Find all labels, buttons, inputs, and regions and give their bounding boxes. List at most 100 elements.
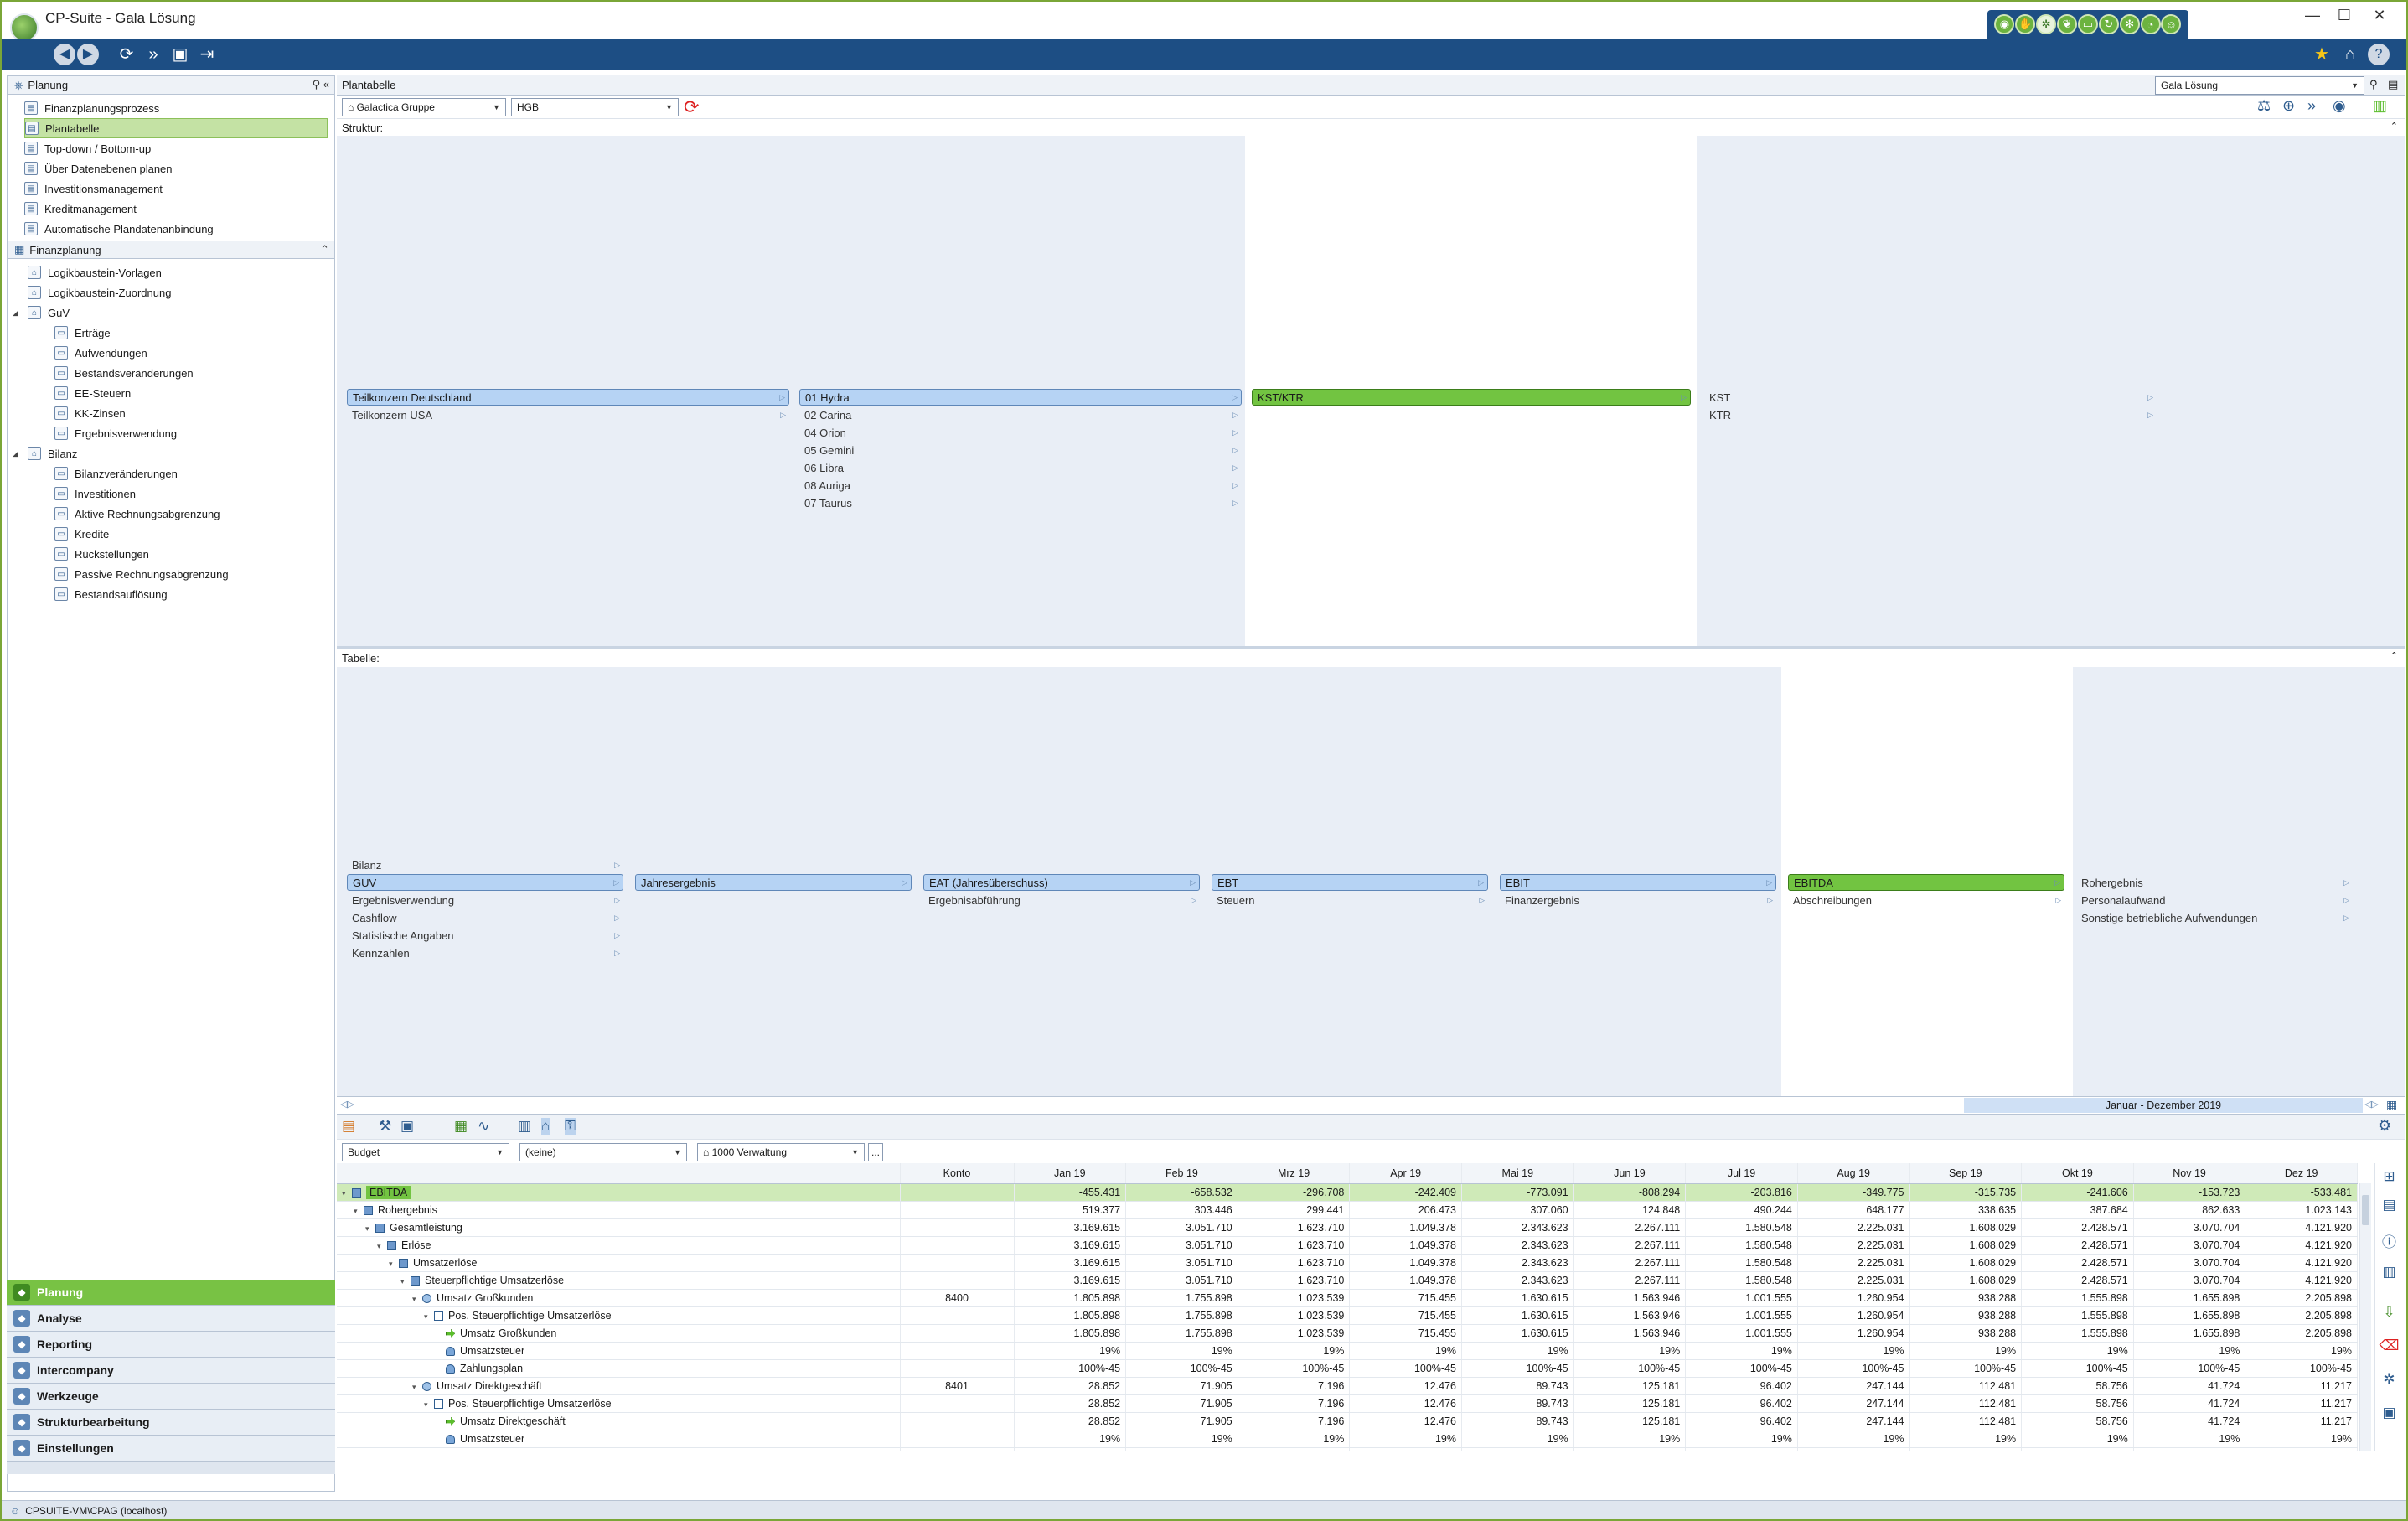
value-cell[interactable]: -315.735 bbox=[1909, 1183, 2023, 1202]
value-cell[interactable]: 1.049.378 bbox=[1349, 1218, 1462, 1237]
finanzplanung-section-header[interactable]: ▦ Finanzplanung ⌃ bbox=[8, 241, 334, 259]
value-cell[interactable]: 338.635 bbox=[1909, 1201, 2023, 1219]
value-cell[interactable]: 3.070.704 bbox=[2133, 1271, 2246, 1290]
layout-icon[interactable]: ▥ bbox=[2373, 97, 2387, 115]
tree-caret-icon[interactable]: ▾ bbox=[412, 1383, 422, 1392]
value-cell[interactable]: 1.630.615 bbox=[1461, 1306, 1574, 1325]
value-cell[interactable]: 7.196 bbox=[1238, 1394, 1351, 1413]
value-cell[interactable]: 1.623.710 bbox=[1238, 1271, 1351, 1290]
value-cell[interactable]: 100%-45 bbox=[1461, 1447, 1574, 1451]
grid-header-month[interactable]: Dez 19 bbox=[2245, 1163, 2358, 1184]
value-cell[interactable]: 12.476 bbox=[1349, 1377, 1462, 1395]
value-cell[interactable]: 1.608.029 bbox=[1909, 1271, 2023, 1290]
value-cell[interactable]: 11.217 bbox=[2245, 1394, 2358, 1413]
value-cell[interactable]: 3.169.615 bbox=[1014, 1236, 1127, 1255]
structure-node[interactable]: 06 Libra ▷ bbox=[799, 459, 1242, 476]
value-cell[interactable]: 1.580.548 bbox=[1685, 1218, 1798, 1237]
grid-header-month[interactable]: Jul 19 bbox=[1685, 1163, 1798, 1184]
value-cell[interactable]: -296.708 bbox=[1238, 1183, 1351, 1202]
structure-node[interactable]: Cashflow ▷ bbox=[347, 909, 623, 926]
value-cell[interactable]: 11.217 bbox=[2245, 1377, 2358, 1395]
value-cell[interactable]: 28.852 bbox=[1014, 1412, 1127, 1430]
tree-view-icon[interactable]: ⊞ bbox=[2375, 1163, 2403, 1197]
delete-icon[interactable]: ⌫ bbox=[2375, 1337, 2403, 1371]
planung-item[interactable]: ▤ Über Datenebenen planen bbox=[24, 158, 331, 178]
value-cell[interactable]: 2.267.111 bbox=[1573, 1271, 1687, 1290]
structure-node[interactable]: 08 Auriga ▷ bbox=[799, 477, 1242, 494]
value-cell[interactable]: 1.623.710 bbox=[1238, 1218, 1351, 1237]
tree-caret-icon[interactable]: ▾ bbox=[365, 1224, 375, 1234]
help-icon[interactable]: ? bbox=[2368, 44, 2390, 65]
list-icon[interactable]: ▤ bbox=[2375, 1197, 2403, 1230]
module-menu-item[interactable]: ◆ Planung bbox=[7, 1280, 335, 1306]
finanzplanung-item[interactable]: ▭ Aktive Rechnungsabgrenzung bbox=[13, 504, 331, 524]
timeline-scroll-left-icon[interactable]: ◁▷ bbox=[340, 1099, 354, 1110]
structure-node[interactable]: Ergebnisverwendung ▷ bbox=[347, 892, 623, 908]
planung-item[interactable]: ▤ Top-down / Bottom-up bbox=[24, 138, 331, 158]
value-cell[interactable]: 1.001.555 bbox=[1685, 1289, 1798, 1307]
close-button[interactable]: ✕ bbox=[2364, 7, 2395, 25]
value-cell[interactable]: 19% bbox=[1909, 1430, 2023, 1448]
konto-cell[interactable] bbox=[900, 1447, 1015, 1451]
value-cell[interactable]: 19% bbox=[1238, 1430, 1351, 1448]
value-cell[interactable]: 1.630.615 bbox=[1461, 1289, 1574, 1307]
structure-node[interactable]: Jahresergebnis ▷ bbox=[635, 874, 912, 891]
konto-cell[interactable] bbox=[900, 1342, 1015, 1360]
value-cell[interactable]: 58.756 bbox=[2021, 1377, 2134, 1395]
value-cell[interactable]: 4.121.920 bbox=[2245, 1236, 2358, 1255]
value-cell[interactable]: -241.606 bbox=[2021, 1183, 2134, 1202]
value-cell[interactable]: 1.608.029 bbox=[1909, 1254, 2023, 1272]
value-cell[interactable]: 19% bbox=[1797, 1430, 1910, 1448]
value-cell[interactable]: 2.225.031 bbox=[1797, 1254, 1910, 1272]
value-cell[interactable]: 938.288 bbox=[1909, 1289, 2023, 1307]
money-icon[interactable]: ▭ bbox=[2077, 14, 2098, 34]
tree-caret-icon[interactable]: ▾ bbox=[389, 1260, 399, 1269]
finanzplanung-item[interactable]: ▭ Bestandsauflösung bbox=[13, 584, 331, 604]
structure-node[interactable]: KTR ▷ bbox=[1704, 406, 2157, 423]
value-cell[interactable]: 100%-45 bbox=[1685, 1447, 1798, 1451]
value-cell[interactable]: 96.402 bbox=[1685, 1412, 1798, 1430]
value-cell[interactable]: 7.196 bbox=[1238, 1412, 1351, 1430]
value-cell[interactable]: 1.049.378 bbox=[1349, 1254, 1462, 1272]
row-label-cell[interactable]: Umsatzsteuer bbox=[337, 1342, 901, 1360]
konto-cell[interactable] bbox=[900, 1218, 1015, 1237]
balance-icon[interactable]: ⚖ bbox=[2257, 97, 2271, 115]
standard-select[interactable]: HGB ▼ bbox=[511, 98, 679, 116]
timeline-scroll-right-icon[interactable]: ◁▷ bbox=[2364, 1099, 2379, 1110]
value-cell[interactable]: 100%-45 bbox=[1014, 1447, 1127, 1451]
value-cell[interactable]: 100%-45 bbox=[2245, 1359, 2358, 1378]
value-cell[interactable]: 100%-45 bbox=[1125, 1359, 1238, 1378]
value-cell[interactable]: 1.623.710 bbox=[1238, 1236, 1351, 1255]
value-cell[interactable]: 100%-45 bbox=[1797, 1359, 1910, 1378]
settings-icon[interactable]: ⚙ bbox=[2378, 1117, 2391, 1135]
finanzplanung-item[interactable]: ◢ ⌂ GuV bbox=[13, 303, 331, 323]
chart-icon[interactable]: ∿ bbox=[478, 1118, 489, 1135]
value-cell[interactable]: 100%-45 bbox=[1685, 1359, 1798, 1378]
row-label-cell[interactable]: ▾ Umsatzerlöse bbox=[337, 1254, 901, 1272]
table-row[interactable]: ▾ Umsatz Großkunden 8400 1.805.898 1.755.898… bbox=[337, 1289, 2358, 1307]
planung-item[interactable]: ▤ Automatische Plandatenanbindung bbox=[24, 219, 331, 239]
finanzplanung-item[interactable]: ▭ Ergebnisverwendung bbox=[13, 423, 331, 443]
row-label-cell[interactable]: Zahlungsplan bbox=[337, 1447, 901, 1451]
finanzplanung-item[interactable]: ▭ KK-Zinsen bbox=[13, 403, 331, 423]
back-icon[interactable]: ◀ bbox=[54, 44, 75, 65]
value-cell[interactable]: 519.377 bbox=[1014, 1201, 1127, 1219]
row-label-cell[interactable]: ▾ Pos. Steuerpflichtige Umsatzerlöse bbox=[337, 1306, 901, 1325]
konto-cell[interactable] bbox=[900, 1324, 1015, 1343]
forward-icon[interactable]: ▶ bbox=[77, 44, 99, 65]
value-cell[interactable]: 3.070.704 bbox=[2133, 1236, 2246, 1255]
finanzplanung-item[interactable]: ▭ Bilanzveränderungen bbox=[13, 463, 331, 484]
network-icon[interactable]: ✲ bbox=[2036, 14, 2057, 34]
new-document-icon[interactable]: ▤ bbox=[342, 1118, 355, 1135]
value-cell[interactable]: 715.455 bbox=[1349, 1289, 1462, 1307]
value-cell[interactable]: 19% bbox=[1461, 1342, 1574, 1360]
sync-icon[interactable]: ⟳ bbox=[684, 96, 699, 118]
row-label-cell[interactable]: ▾ Erlöse bbox=[337, 1236, 901, 1255]
value-cell[interactable]: 7.196 bbox=[1238, 1377, 1351, 1395]
value-cell[interactable]: -349.775 bbox=[1797, 1183, 1910, 1202]
value-cell[interactable]: 100%-45 bbox=[2245, 1447, 2358, 1451]
konto-cell[interactable]: 8401 bbox=[900, 1377, 1015, 1395]
value-cell[interactable]: 19% bbox=[1461, 1430, 1574, 1448]
finanzplanung-item[interactable]: ◢ ⌂ Bilanz bbox=[13, 443, 331, 463]
value-cell[interactable]: 89.743 bbox=[1461, 1377, 1574, 1395]
